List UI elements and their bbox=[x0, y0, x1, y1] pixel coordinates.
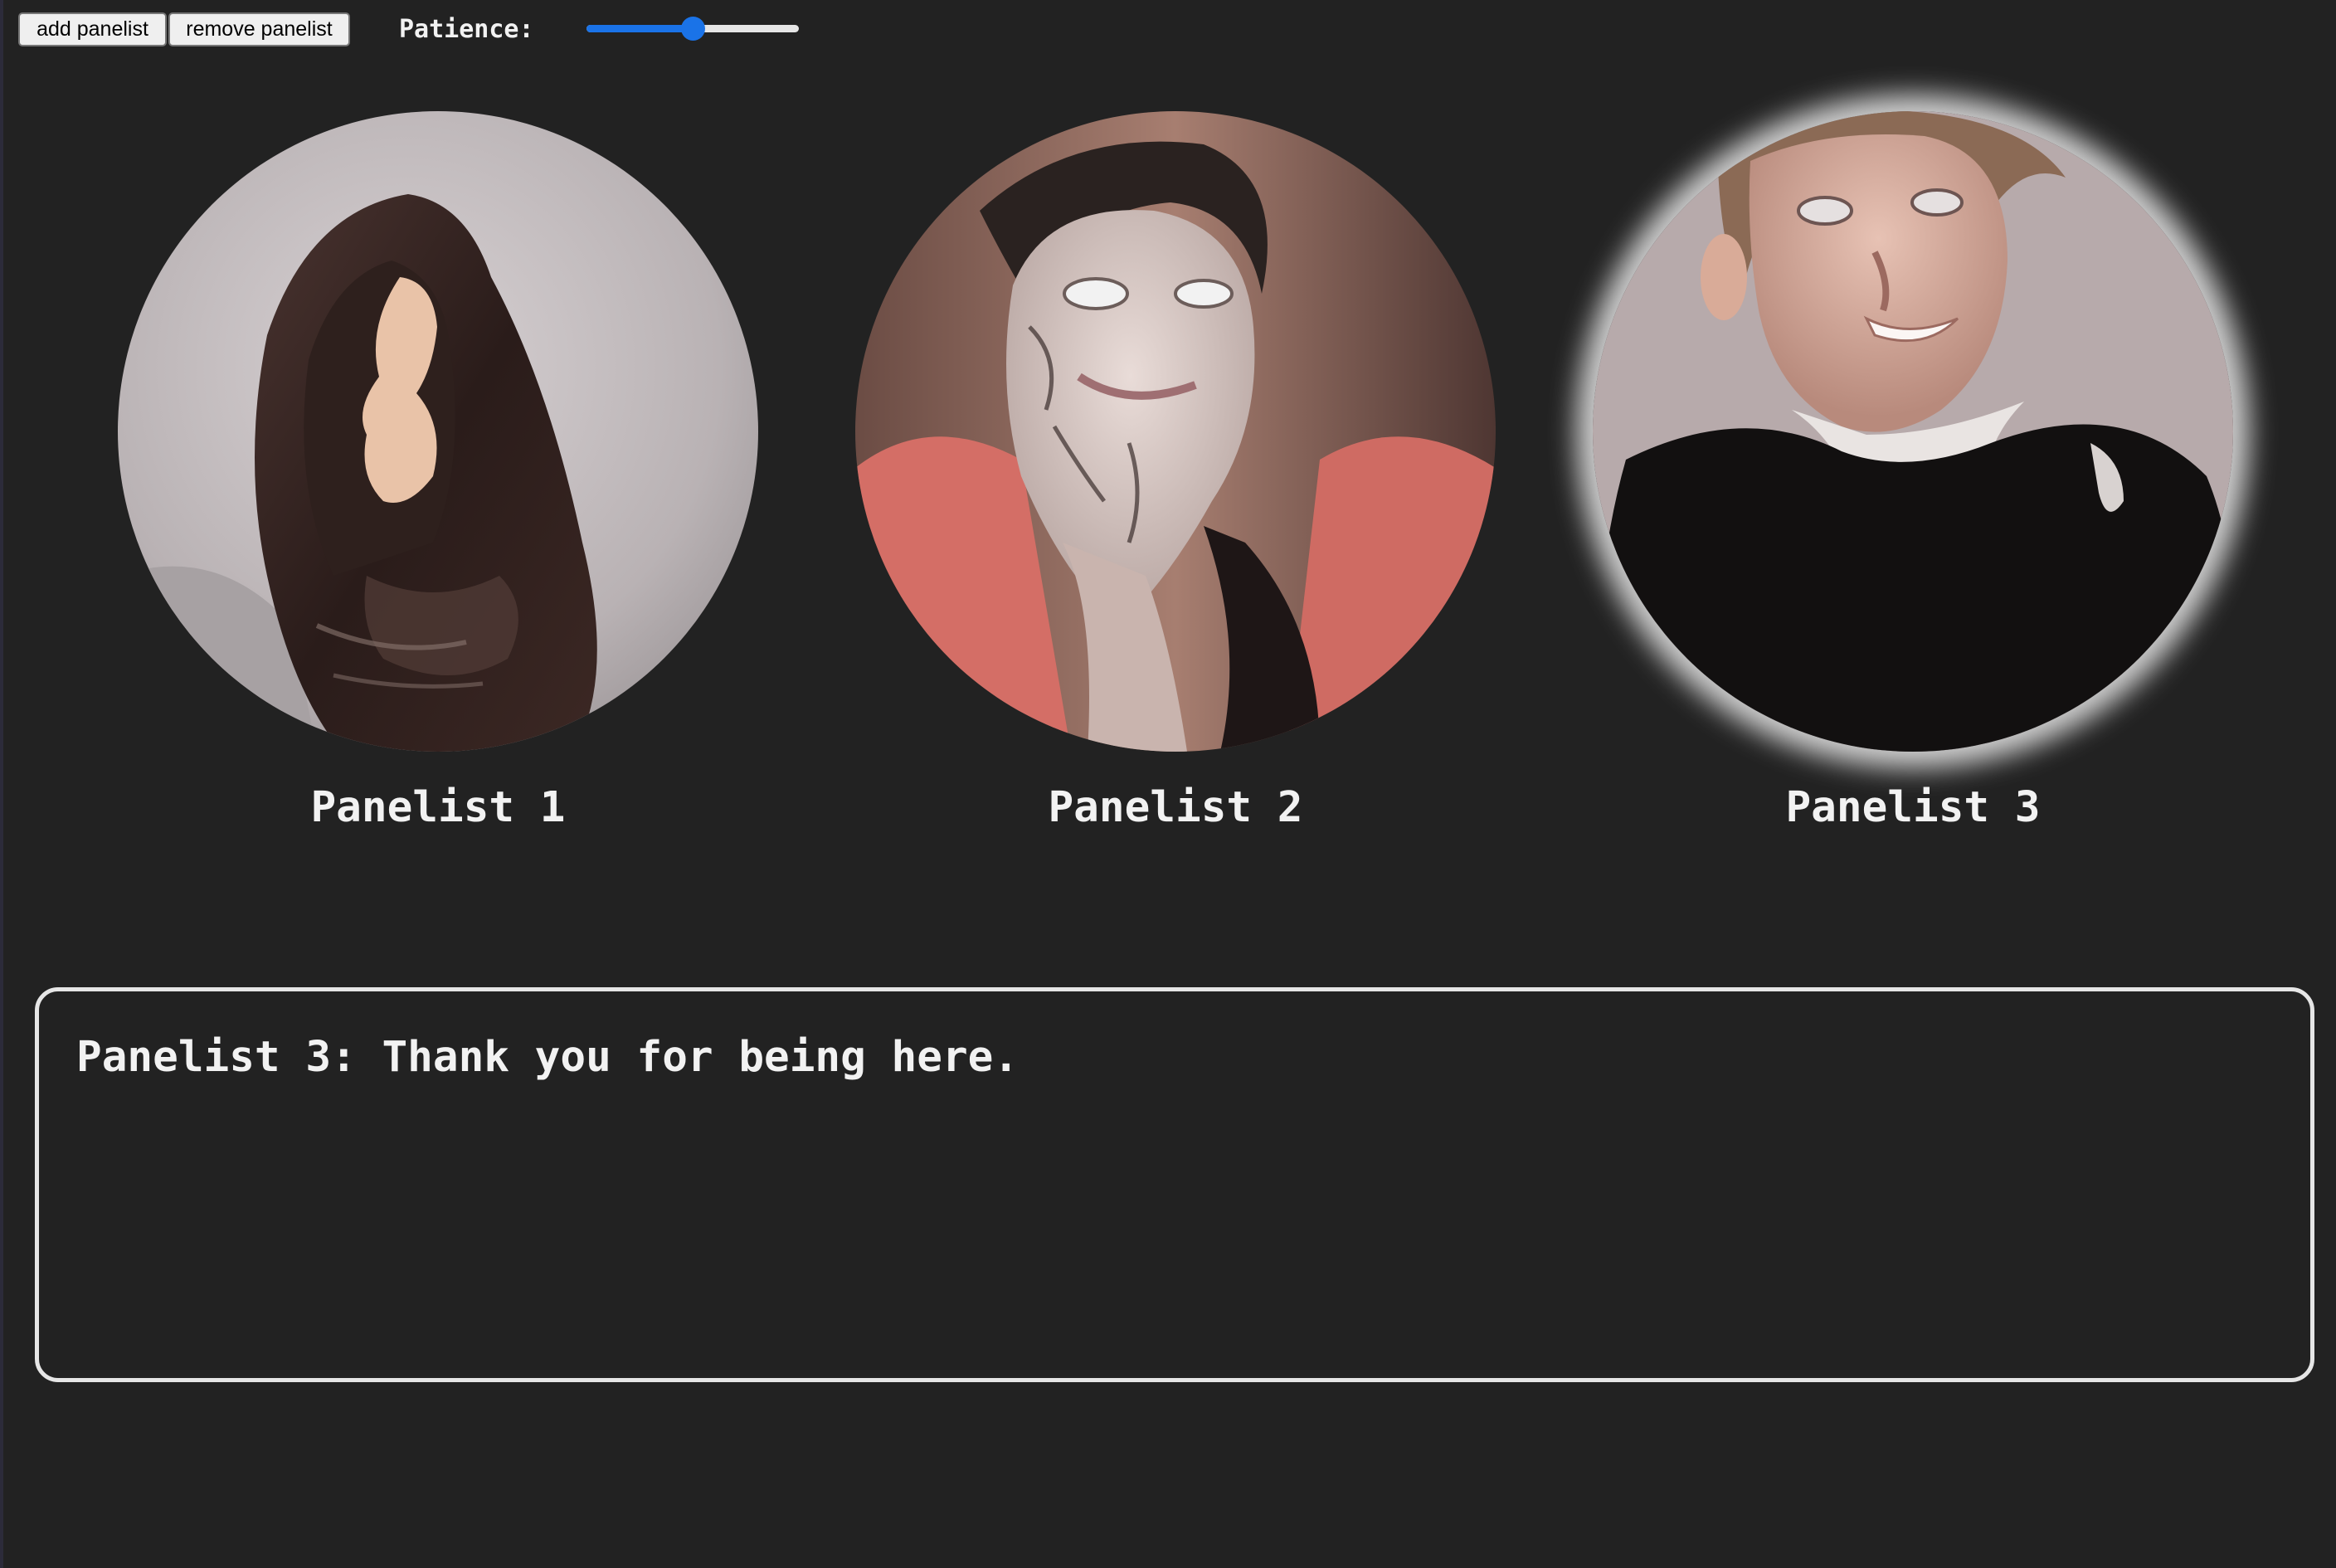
window-edge bbox=[0, 0, 3, 1568]
panelist-3-portrait bbox=[1593, 111, 2233, 752]
patience-slider[interactable] bbox=[586, 15, 799, 41]
patience-slider-thumb[interactable] bbox=[681, 17, 705, 41]
panelist-1-portrait bbox=[118, 111, 758, 752]
patience-label: Patience: bbox=[399, 15, 534, 44]
panelist-2-image bbox=[855, 111, 1496, 752]
panelist-2-name: Panelist 2 bbox=[1048, 783, 1303, 832]
panelist-1-name: Panelist 1 bbox=[310, 783, 566, 832]
transcript-box: Panelist 3: Thank you for being here. bbox=[35, 987, 2314, 1382]
transcript-text: Panelist 3: Thank you for being here. bbox=[76, 1033, 1020, 1082]
panelist-3-name: Panelist 3 bbox=[1785, 783, 2041, 832]
panelist-1-image bbox=[118, 111, 758, 752]
remove-panelist-button[interactable]: remove panelist bbox=[168, 12, 350, 46]
add-panelist-button[interactable]: add panelist bbox=[18, 12, 167, 46]
toolbar: add panelist remove panelist Patience: bbox=[0, 0, 2336, 58]
panelist-2-portrait bbox=[855, 111, 1496, 752]
patience-slider-fill bbox=[586, 25, 693, 32]
panelist-3-image bbox=[1593, 111, 2233, 752]
